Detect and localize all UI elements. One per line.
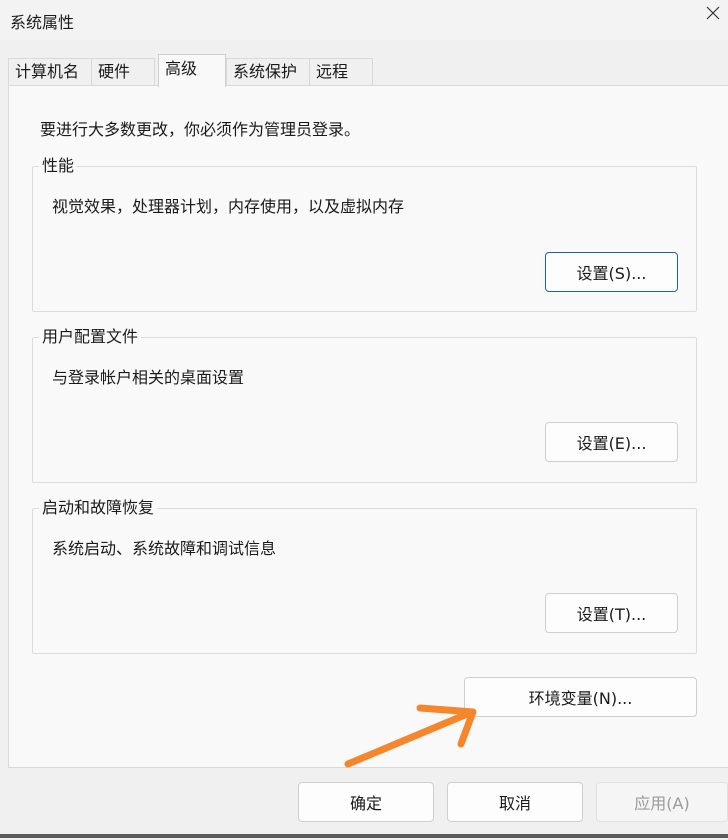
startup-recovery-settings-button[interactable]: 设置(T)... — [545, 593, 678, 633]
window-title: 系统属性 — [10, 13, 75, 32]
admin-notice: 要进行大多数更改，你必须作为管理员登录。 — [40, 120, 361, 139]
performance-description: 视觉效果，处理器计划，内存使用，以及虚拟内存 — [52, 197, 405, 216]
advanced-tab-panel: 要进行大多数更改，你必须作为管理员登录。 性能 视觉效果，处理器计划，内存使用，… — [8, 85, 728, 768]
tab-hardware[interactable]: 硬件 — [91, 58, 155, 86]
apply-button[interactable]: 应用(A) — [596, 782, 728, 822]
taskbar-edge — [0, 834, 728, 838]
environment-variables-button[interactable]: 环境变量(N)... — [464, 677, 697, 717]
user-profiles-group-title: 用户配置文件 — [39, 327, 142, 347]
tab-computer-name[interactable]: 计算机名 — [8, 58, 92, 86]
startup-recovery-group: 启动和故障恢复 系统启动、系统故障和调试信息 设置(T)... — [32, 498, 697, 654]
cancel-button[interactable]: 取消 — [447, 782, 583, 822]
performance-group: 性能 视觉效果，处理器计划，内存使用，以及虚拟内存 设置(S)... — [32, 156, 697, 312]
tab-remote[interactable]: 远程 — [309, 58, 373, 86]
dialog-footer: 确定 取消 应用(A) — [0, 768, 728, 840]
user-profiles-description: 与登录帐户相关的桌面设置 — [52, 368, 245, 387]
title-bar: 系统属性 — [0, 0, 728, 40]
close-icon[interactable] — [706, 6, 720, 20]
startup-recovery-description: 系统启动、系统故障和调试信息 — [52, 539, 277, 558]
annotation-arrow-icon — [344, 704, 477, 768]
ok-button[interactable]: 确定 — [298, 782, 434, 822]
user-profiles-settings-button[interactable]: 设置(E)... — [545, 422, 678, 462]
performance-group-title: 性能 — [39, 156, 78, 176]
tab-system-protection[interactable]: 系统保护 — [226, 58, 310, 86]
user-profiles-group: 用户配置文件 与登录帐户相关的桌面设置 设置(E)... — [32, 327, 697, 483]
tab-advanced[interactable]: 高级 — [158, 54, 226, 87]
performance-settings-button[interactable]: 设置(S)... — [545, 252, 678, 292]
startup-recovery-group-title: 启动和故障恢复 — [39, 498, 158, 518]
